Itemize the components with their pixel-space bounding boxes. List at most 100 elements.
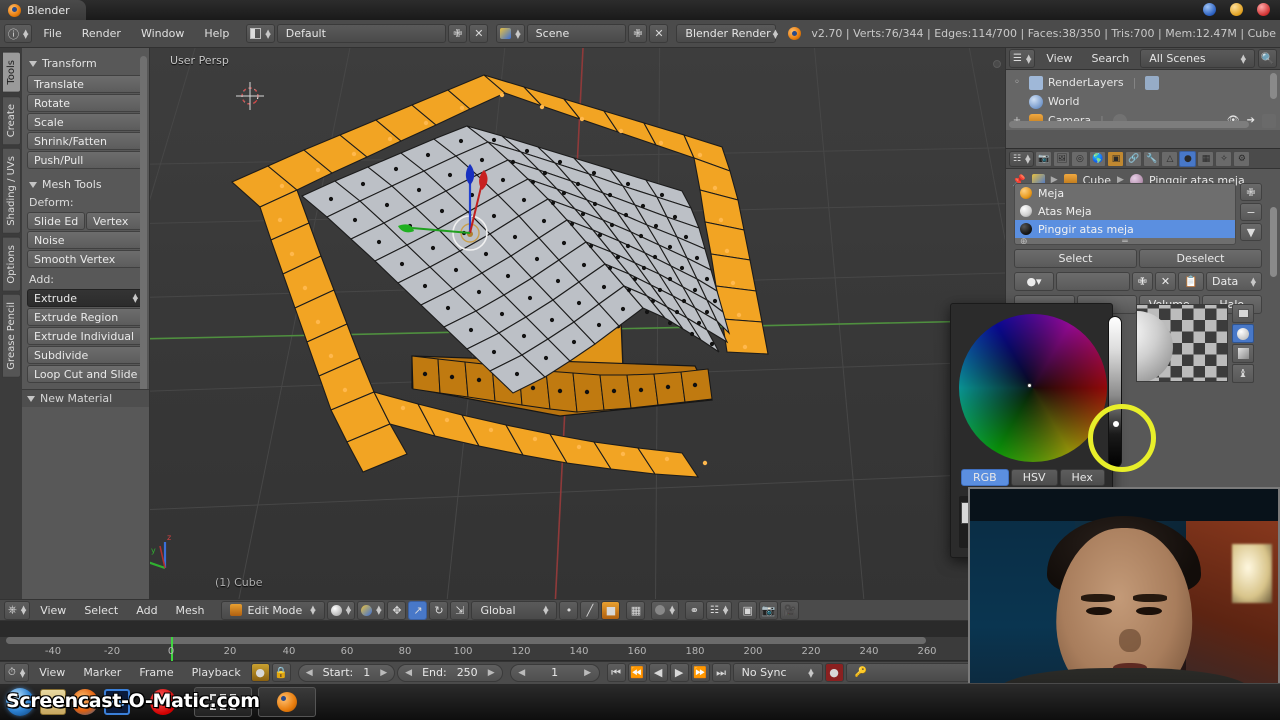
delete-layout-button[interactable]: ✕ xyxy=(469,24,489,43)
menu-render[interactable]: Render xyxy=(73,24,130,43)
tab-texture[interactable]: ▦ xyxy=(1197,150,1215,167)
scale-button[interactable]: Scale xyxy=(27,113,144,131)
viewport-shading-dropdown[interactable]: ▲ ▼ xyxy=(326,600,356,620)
unlink-material-button[interactable]: ✕ xyxy=(1155,272,1176,291)
record-button[interactable]: ● xyxy=(824,663,844,682)
editor-type-properties-icon[interactable]: ☷ ▲ ▼ xyxy=(1009,150,1035,167)
shrink-fatten-button[interactable]: Shrink/Fatten xyxy=(27,132,144,150)
material-slot[interactable]: Meja xyxy=(1015,184,1235,202)
search-icon[interactable]: 🔍 xyxy=(1258,49,1278,68)
extrude-region-button[interactable]: Extrude Region xyxy=(27,308,144,326)
previous-keyframe-button[interactable]: ⏪ xyxy=(627,663,647,682)
viewport-menu-select[interactable]: Select xyxy=(76,602,126,619)
editor-type-3dview-icon[interactable]: ⎈ ▲ ▼ xyxy=(4,600,31,620)
window-title-tab[interactable]: Blender xyxy=(0,0,86,20)
slide-edge-button[interactable]: Slide Ed xyxy=(27,212,85,230)
extrude-dropdown[interactable]: Extrude ▲ ▼ xyxy=(27,289,144,307)
material-slot-list[interactable]: Meja Atas Meja Pinggir atas meja ⊕ ═ xyxy=(1014,183,1236,245)
subdivide-button[interactable]: Subdivide xyxy=(27,346,144,364)
viewport-menu-view[interactable]: View xyxy=(32,602,74,619)
editor-type-timeline-icon[interactable]: ⏱ ▲ ▼ xyxy=(4,663,30,682)
menu-help[interactable]: Help xyxy=(195,24,238,43)
tab-shading-uvs[interactable]: Shading / UVs xyxy=(1,147,21,234)
translate-manipulator-button[interactable]: ↗ xyxy=(408,600,428,620)
proportional-edit-dropdown[interactable]: ▲ ▼ xyxy=(651,600,679,620)
delete-scene-button[interactable]: ✕ xyxy=(649,24,669,43)
tab-scene[interactable]: ◎ xyxy=(1071,150,1089,167)
tab-hex[interactable]: Hex xyxy=(1059,469,1105,486)
scene-field[interactable]: Scene xyxy=(526,24,627,43)
toolshelf-scrollbar[interactable] xyxy=(140,56,147,396)
properties-scrollbar[interactable] xyxy=(1270,207,1277,277)
maximize-button[interactable] xyxy=(1230,3,1243,16)
material-slot-selected[interactable]: Pinggir atas meja xyxy=(1015,220,1235,238)
push-pull-button[interactable]: Push/Pull xyxy=(27,151,144,169)
material-specials-button[interactable]: ▼ xyxy=(1240,223,1262,241)
renderability-camera-icon[interactable] xyxy=(1262,113,1276,128)
tab-modifiers[interactable]: 🔧 xyxy=(1143,150,1161,167)
snap-element-dropdown[interactable]: ☷ ▲ ▼ xyxy=(705,600,733,620)
add-material-slot-button[interactable]: ✙ xyxy=(1240,183,1262,201)
jump-to-start-button[interactable]: ⏮ xyxy=(606,663,626,682)
add-scene-button[interactable]: ✙ xyxy=(628,24,648,43)
screen-layout-icon[interactable]: ▲ ▼ xyxy=(246,24,275,43)
tab-object-data[interactable]: △ xyxy=(1161,150,1179,167)
outliner-display-mode-dropdown[interactable]: All Scenes ▲ ▼ xyxy=(1140,49,1256,68)
new-material-button[interactable]: ✙ xyxy=(1132,272,1153,291)
render-engine-dropdown[interactable]: Blender Render ▲ ▼ xyxy=(676,24,778,43)
mesh-tools-panel-header[interactable]: Mesh Tools xyxy=(29,178,144,191)
editor-type-outliner-icon[interactable]: ☰ ▲ ▼ xyxy=(1009,49,1036,68)
material-slot-list-grip[interactable]: ⊕ ═ xyxy=(1015,237,1235,244)
render-opengl-button[interactable]: 🎥 xyxy=(780,600,800,620)
tab-constraints[interactable]: 🔗 xyxy=(1125,150,1143,167)
select-button[interactable]: Select xyxy=(1014,249,1137,268)
timeline-menu-marker[interactable]: Marker xyxy=(75,664,129,681)
outliner-item-world[interactable]: World xyxy=(1010,92,1276,111)
tab-create[interactable]: Create xyxy=(1,95,21,145)
snap-magnet-button[interactable]: ⚭ xyxy=(684,600,704,620)
preview-sphere-button[interactable] xyxy=(1232,324,1254,343)
end-frame-field[interactable]: ◀ End: 250 ▶ xyxy=(397,663,503,682)
material-browse-button[interactable]: ●▾ xyxy=(1014,272,1054,291)
occlude-geometry-button[interactable]: ▣ xyxy=(738,600,758,620)
editor-type-info-icon[interactable]: ⓘ ▲ ▼ xyxy=(4,24,33,43)
tab-options[interactable]: Options xyxy=(1,236,21,292)
rotate-manipulator-button[interactable]: ↻ xyxy=(429,600,449,620)
manipulator-toggle-button[interactable]: ✥ xyxy=(387,600,407,620)
viewport-region-handle[interactable] xyxy=(993,60,1001,68)
jump-to-end-button[interactable]: ⏭ xyxy=(711,663,731,682)
deselect-button[interactable]: Deselect xyxy=(1139,249,1262,268)
outliner-menu-view[interactable]: View xyxy=(1038,50,1080,67)
interaction-mode-dropdown[interactable]: Edit Mode ▲ ▼ xyxy=(220,600,325,620)
pivot-point-dropdown[interactable]: ▲ ▼ xyxy=(357,600,386,620)
material-preview[interactable] xyxy=(1136,304,1228,382)
smooth-vertex-button[interactable]: Smooth Vertex xyxy=(27,250,144,268)
face-select-mode-button[interactable]: ■ xyxy=(601,600,621,620)
tab-particles[interactable]: ✧ xyxy=(1215,150,1233,167)
timeline-menu-frame[interactable]: Frame xyxy=(131,664,181,681)
outliner-vertical-scrollbar[interactable] xyxy=(1270,73,1277,99)
translate-button[interactable]: Translate xyxy=(27,75,144,93)
timeline-ruler[interactable]: -40 -20 0 20 40 60 80 100 120 140 160 18… xyxy=(0,637,1005,661)
material-slot[interactable]: Atas Meja xyxy=(1015,202,1235,220)
blender-window-button[interactable] xyxy=(258,687,316,717)
tab-object[interactable]: ▣ xyxy=(1107,150,1125,167)
tab-material[interactable]: ● xyxy=(1179,150,1197,167)
outliner-tree[interactable]: ◦ RenderLayers | World + Camera | 👁 ➔ xyxy=(1006,70,1280,130)
viewport-menu-mesh[interactable]: Mesh xyxy=(168,602,213,619)
auto-keyframe-button[interactable]: ● xyxy=(250,663,270,682)
start-frame-field[interactable]: ◀ Start: 1 ▶ xyxy=(297,663,396,682)
preview-cube-button[interactable] xyxy=(1232,344,1254,363)
transform-orientation-dropdown[interactable]: Global ▲ ▼ xyxy=(471,600,558,620)
new-material-panel-header[interactable]: New Material xyxy=(22,389,149,407)
slide-vertex-button[interactable]: Vertex xyxy=(86,212,144,230)
preview-flat-button[interactable] xyxy=(1232,304,1254,323)
menu-window[interactable]: Window xyxy=(132,24,193,43)
outliner-item-renderlayers[interactable]: ◦ RenderLayers | xyxy=(1010,73,1276,92)
expand-toggle-icon[interactable]: ◦ xyxy=(1010,77,1024,88)
scale-manipulator-button[interactable]: ⇲ xyxy=(450,600,470,620)
scene-browse-icon[interactable]: ▲ ▼ xyxy=(496,24,525,43)
rotate-button[interactable]: Rotate xyxy=(27,94,144,112)
tab-world[interactable]: 🌎 xyxy=(1089,150,1107,167)
loop-cut-and-slide-button[interactable]: Loop Cut and Slide xyxy=(27,365,144,383)
